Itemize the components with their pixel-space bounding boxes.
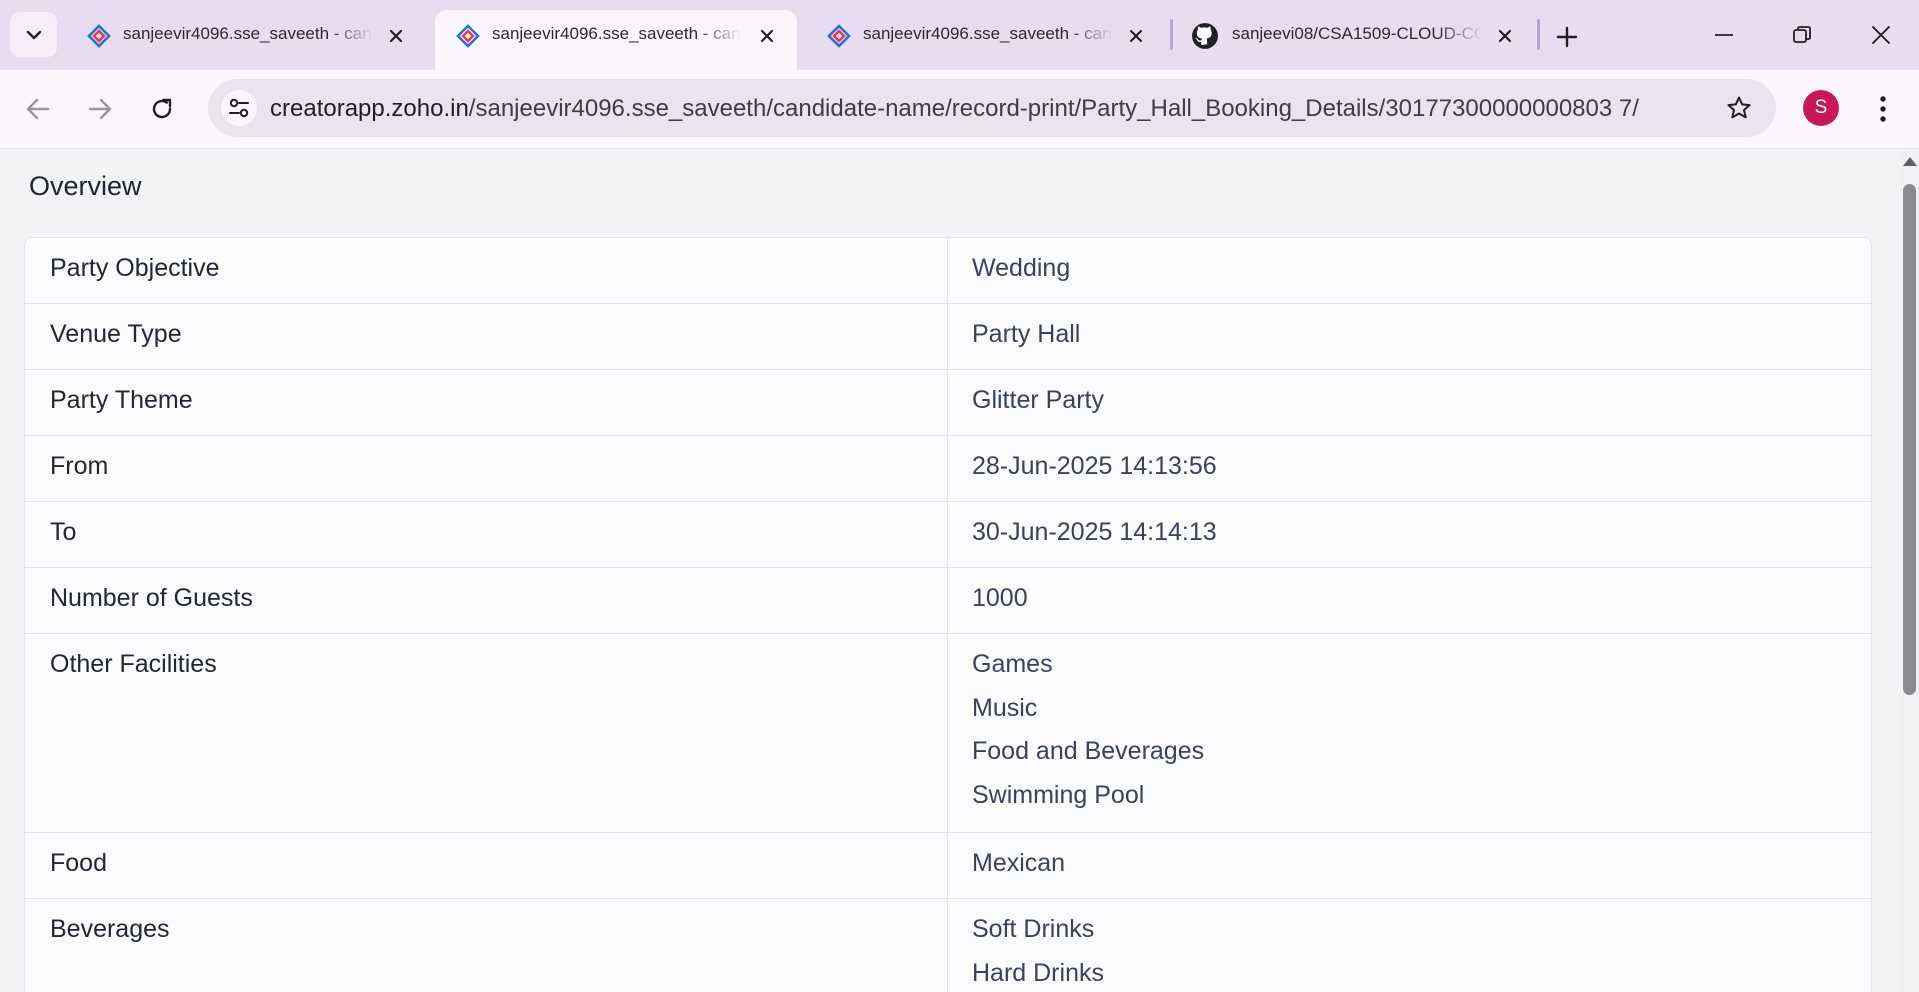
profile-avatar[interactable]: S <box>1803 90 1839 126</box>
close-tab-icon[interactable] <box>1124 24 1148 48</box>
field-value: Mexican <box>948 833 1871 898</box>
scrollbar-thumb[interactable] <box>1903 184 1916 695</box>
zoho-creator-icon <box>827 24 851 48</box>
zoho-creator-icon <box>456 24 480 48</box>
field-value: Soft Drinks Hard Drinks <box>948 899 1871 992</box>
more-vertical-icon <box>1880 96 1886 122</box>
table-row: To 30-Jun-2025 14:14:13 <box>25 502 1871 568</box>
address-bar[interactable]: creatorapp.zoho.in/sanjeevir4096.sse_sav… <box>208 79 1776 137</box>
close-icon <box>1872 26 1890 44</box>
field-value-item: Hard Drinks <box>972 958 1104 987</box>
restore-button[interactable] <box>1772 12 1832 58</box>
field-value-item: Games <box>972 650 1053 678</box>
table-row: Party Theme Glitter Party <box>25 370 1871 436</box>
page-title: Overview <box>29 171 142 201</box>
url-path: /sanjeevir4096.sse_saveeth/candidate-nam… <box>468 95 1639 122</box>
field-value-item: Glitter Party <box>972 386 1104 414</box>
field-value: 1000 <box>948 568 1871 633</box>
table-row: Venue Type Party Hall <box>25 304 1871 370</box>
browser-tab-1[interactable]: sanjeevir4096.sse_saveeth - candidate-na… <box>66 10 426 70</box>
table-row: Number of Guests 1000 <box>25 568 1871 634</box>
browser-tab-4[interactable]: sanjeevi08/CSA1509-CLOUD-COMPUTING <box>1175 10 1535 70</box>
field-value-item: Swimming Pool <box>972 780 1145 809</box>
field-value-item: Wedding <box>972 254 1071 282</box>
field-value: 28-Jun-2025 14:13:56 <box>948 436 1871 501</box>
field-label: Venue Type <box>25 304 948 369</box>
field-value: 30-Jun-2025 14:14:13 <box>948 502 1871 567</box>
field-value-item: 28-Jun-2025 14:13:56 <box>972 452 1217 480</box>
tab-title: sanjeevir4096.sse_saveeth - candidate-na… <box>863 24 1113 43</box>
vertical-scrollbar[interactable] <box>1900 149 1919 992</box>
reload-button[interactable] <box>143 90 181 128</box>
zoho-creator-icon <box>87 24 111 48</box>
field-label: To <box>25 502 948 567</box>
tab-title: sanjeevi08/CSA1509-CLOUD-COMPUTING <box>1232 24 1482 43</box>
table-row: Other Facilities Games Music Food and Bever… <box>25 634 1871 833</box>
tab-title: sanjeevir4096.sse_saveeth - candidate-na… <box>123 24 373 43</box>
table-row: Party Objective Wedding <box>25 238 1871 304</box>
browser-toolbar: creatorapp.zoho.in/sanjeevir4096.sse_sav… <box>0 70 1919 149</box>
field-value-item: Mexican <box>972 849 1066 877</box>
table-row: Beverages Soft Drinks Hard Drinks <box>25 899 1871 992</box>
field-value: Wedding <box>948 238 1871 303</box>
close-tab-icon[interactable] <box>384 24 408 48</box>
field-value-item: 1000 <box>972 584 1028 612</box>
field-label: From <box>25 436 948 501</box>
arrow-right-icon <box>88 98 112 120</box>
star-icon <box>1727 96 1751 119</box>
field-value-item: Soft Drinks <box>972 915 1095 943</box>
new-tab-button[interactable] <box>1550 20 1584 54</box>
tab-strip: sanjeevir4096.sse_saveeth - candidate-na… <box>0 0 1919 70</box>
field-value-item: Party Hall <box>972 320 1081 348</box>
table-row: From 28-Jun-2025 14:13:56 <box>25 436 1871 502</box>
minimize-icon <box>1715 34 1733 36</box>
restore-icon <box>1793 26 1811 43</box>
close-tab-icon[interactable] <box>755 24 779 48</box>
field-label: Party Objective <box>25 238 948 303</box>
browser-tab-2-active[interactable]: sanjeevir4096.sse_saveeth - candidate-na… <box>435 10 797 70</box>
url-text: creatorapp.zoho.in/sanjeevir4096.sse_sav… <box>270 95 1639 123</box>
close-window-button[interactable] <box>1851 12 1911 58</box>
table-row: Food Mexican <box>25 833 1871 899</box>
tab-search-button[interactable] <box>10 12 57 57</box>
scroll-up-arrow-icon[interactable] <box>1903 157 1917 166</box>
page-content: Overview Party Objective Wedding Venue Typ… <box>0 149 1900 992</box>
browser-menu-button[interactable] <box>1868 90 1898 128</box>
site-info-button[interactable] <box>221 90 257 126</box>
field-label: Other Facilities <box>25 634 948 832</box>
back-button[interactable] <box>19 90 57 128</box>
field-label: Beverages <box>25 899 948 992</box>
arrow-left-icon <box>26 98 50 120</box>
forward-button[interactable] <box>81 90 119 128</box>
plus-icon <box>1556 26 1578 48</box>
field-value: Glitter Party <box>948 370 1871 435</box>
tab-separator <box>1537 19 1540 50</box>
field-value: Games Music Food and Beverages Swimming Poo… <box>948 634 1871 832</box>
github-icon <box>1192 23 1218 49</box>
field-label: Number of Guests <box>25 568 948 633</box>
tune-icon <box>229 98 249 118</box>
minimize-button[interactable] <box>1694 12 1754 58</box>
field-value-item: 30-Jun-2025 14:14:13 <box>972 518 1217 546</box>
bookmark-button[interactable] <box>1722 91 1756 125</box>
close-tab-icon[interactable] <box>1493 24 1517 48</box>
field-value: Party Hall <box>948 304 1871 369</box>
tab-separator <box>1170 19 1173 50</box>
record-details-table: Party Objective Wedding Venue Type Party Ha… <box>24 237 1872 992</box>
field-value-item: Food and Beverages <box>972 737 1205 765</box>
tab-title: sanjeevir4096.sse_saveeth - candidate-na… <box>492 24 742 43</box>
field-label: Food <box>25 833 948 898</box>
chevron-down-icon <box>26 30 41 39</box>
url-host: creatorapp.zoho.in <box>270 95 469 122</box>
field-label: Party Theme <box>25 370 948 435</box>
reload-icon <box>152 98 172 119</box>
browser-tab-3[interactable]: sanjeevir4096.sse_saveeth - candidate-na… <box>806 10 1166 70</box>
field-value-item: Music <box>972 693 1038 722</box>
